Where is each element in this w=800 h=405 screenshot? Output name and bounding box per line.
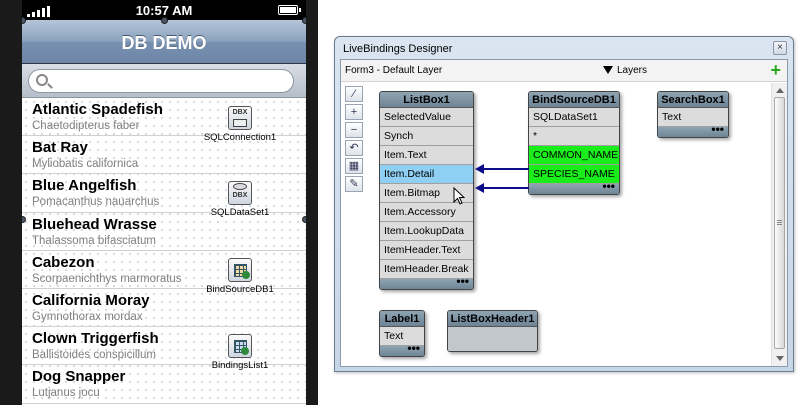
zoom-fit-icon[interactable]: ⁄ bbox=[345, 86, 363, 102]
status-time: 10:57 AM bbox=[135, 3, 193, 18]
member-star[interactable]: * bbox=[529, 127, 619, 146]
search-icon bbox=[36, 74, 48, 86]
node-title: ListBox1 bbox=[380, 92, 473, 108]
layers-button[interactable]: Layers bbox=[617, 65, 647, 76]
scroll-down-icon[interactable] bbox=[776, 356, 784, 361]
grid-icon[interactable]: ▦ bbox=[345, 158, 363, 174]
search-input[interactable] bbox=[53, 73, 287, 89]
component-label: SQLConnection1 bbox=[203, 132, 277, 143]
search-bar bbox=[22, 64, 306, 98]
bind-source-icon bbox=[228, 258, 252, 282]
list-item[interactable]: Bluehead Wrasse Thalassoma bifasciatum bbox=[22, 213, 306, 251]
component-sqldataset[interactable]: DBX SQLDataSet1 bbox=[190, 181, 290, 218]
dbx-dataset-icon: DBX bbox=[228, 181, 252, 205]
list-item[interactable]: Dog Snapper Lutjanus jocu bbox=[22, 365, 306, 404]
member-itemheader-text[interactable]: ItemHeader.Text bbox=[380, 241, 473, 260]
vertical-scrollbar[interactable] bbox=[771, 83, 787, 366]
scroll-up-icon[interactable] bbox=[776, 88, 784, 93]
list-item-title: Atlantic Spadefish bbox=[32, 101, 163, 118]
more-dots[interactable]: ••• bbox=[602, 179, 615, 193]
designer-tools: ⁄ + − ↶ ▦ ✎ bbox=[345, 86, 365, 194]
list-item-detail: Ballistoides conspicillum bbox=[32, 349, 156, 362]
node-bindsourcedb1[interactable]: BindSourceDB1 SQLDataSet1 * COMMON_NAME … bbox=[528, 91, 620, 195]
component-label: SQLDataSet1 bbox=[210, 207, 270, 218]
zoom-in-icon[interactable]: + bbox=[345, 104, 363, 120]
selection-handle-list-right[interactable] bbox=[302, 216, 306, 223]
bind-visually-icon[interactable]: ✎ bbox=[345, 176, 363, 192]
list-item-detail: Scorpaenichthys marmoratus bbox=[32, 272, 182, 285]
list-item-title: Cabezon bbox=[32, 253, 95, 271]
zoom-out-icon[interactable]: − bbox=[345, 122, 363, 138]
node-title: Label1 bbox=[380, 311, 424, 327]
component-bindsourcedb[interactable]: BindSourceDB1 bbox=[190, 258, 290, 295]
list-item-title: Clown Triggerfish bbox=[32, 330, 159, 348]
node-footer[interactable] bbox=[448, 327, 537, 351]
selection-handle-mid[interactable] bbox=[161, 17, 168, 24]
member-common-name[interactable]: COMMON_NAME bbox=[529, 146, 619, 165]
list-item-title: California Moray bbox=[32, 291, 150, 309]
navbar-title: DB DEMO bbox=[121, 33, 207, 53]
component-bindingslist[interactable]: BindingsList1 bbox=[190, 334, 290, 371]
more-dots[interactable]: ••• bbox=[456, 274, 469, 288]
livebindings-designer-window: LiveBindings Designer × Form3 - Default … bbox=[334, 36, 794, 372]
member-item-detail[interactable]: Item.Detail bbox=[380, 165, 473, 184]
component-label: BindingsList1 bbox=[211, 360, 269, 371]
list-item-detail: Myliobatis californica bbox=[32, 158, 139, 171]
bindings-list-icon bbox=[228, 334, 252, 358]
add-layer-icon[interactable]: + bbox=[770, 61, 781, 79]
list-item-title: Blue Angelfish bbox=[32, 177, 137, 195]
more-dots[interactable]: ••• bbox=[711, 122, 724, 136]
node-footer[interactable]: ••• bbox=[380, 274, 473, 289]
component-sqlconnection[interactable]: DBX SQLConnection1 bbox=[190, 106, 290, 143]
member-sqldataset[interactable]: SQLDataSet1 bbox=[529, 108, 619, 127]
node-title: BindSourceDB1 bbox=[529, 92, 619, 108]
close-button[interactable]: × bbox=[773, 41, 787, 55]
designer-canvas[interactable]: ListBox1 SelectedValue Synch Item.Text I… bbox=[367, 83, 771, 366]
dbx-connection-icon: DBX bbox=[228, 106, 252, 130]
list-item-title: Bluehead Wrasse bbox=[32, 215, 157, 233]
node-searchbox1[interactable]: SearchBox1 Text ••• bbox=[657, 91, 729, 138]
rearrange-icon[interactable]: ↶ bbox=[345, 140, 363, 156]
list-item-detail: Lutjanus jocu bbox=[32, 387, 100, 400]
node-title: SearchBox1 bbox=[658, 92, 728, 108]
designer-panel: Form3 - Default Layer Layers + ⁄ + − ↶ ▦… bbox=[340, 59, 788, 367]
member-synch[interactable]: Synch bbox=[380, 127, 473, 146]
node-footer[interactable]: ••• bbox=[380, 341, 424, 356]
list-item-detail: Gymnothorax mordax bbox=[32, 310, 143, 323]
window-title: LiveBindings Designer bbox=[343, 43, 453, 55]
node-title: ListBoxHeader1 bbox=[448, 311, 537, 327]
layers-dropdown-icon[interactable] bbox=[603, 66, 613, 74]
member-item-text[interactable]: Item.Text bbox=[380, 146, 473, 165]
form-layer-label: Form3 - Default Layer bbox=[345, 65, 443, 76]
node-footer[interactable]: ••• bbox=[529, 179, 619, 194]
component-label: BindSourceDB1 bbox=[206, 284, 274, 295]
designer-toolbar: Form3 - Default Layer Layers + bbox=[341, 60, 787, 82]
list-item-detail: Chaetodipterus faber bbox=[32, 120, 140, 132]
scroll-thumb[interactable] bbox=[774, 97, 785, 349]
screenshot-root: 10:57 AM DB DEMO Atlantic Spadefish Chae… bbox=[0, 0, 800, 405]
list-item-detail: Thalassoma bifasciatum bbox=[32, 234, 156, 247]
binding-arrow-common-name[interactable] bbox=[475, 164, 529, 174]
list-item-title: Dog Snapper bbox=[32, 368, 126, 386]
search-field[interactable] bbox=[28, 69, 294, 93]
list-item-detail: Pomacanthus nauarchus bbox=[32, 196, 160, 209]
navigation-bar[interactable]: DB DEMO bbox=[22, 20, 306, 64]
mouse-cursor-icon bbox=[453, 187, 465, 205]
binding-arrow-species-name[interactable] bbox=[475, 183, 529, 193]
node-label1[interactable]: Label1 Text ••• bbox=[379, 310, 425, 357]
member-selectedvalue[interactable]: SelectedValue bbox=[380, 108, 473, 127]
battery-icon bbox=[278, 5, 301, 15]
node-footer[interactable]: ••• bbox=[658, 122, 728, 137]
phone-frame: 10:57 AM DB DEMO Atlantic Spadefish Chae… bbox=[0, 0, 318, 405]
more-dots[interactable]: ••• bbox=[407, 341, 420, 355]
selection-handle-right[interactable] bbox=[302, 17, 306, 24]
form-designer-surface: 10:57 AM DB DEMO Atlantic Spadefish Chae… bbox=[22, 0, 306, 405]
list-item-title: Bat Ray bbox=[32, 139, 88, 157]
member-item-accessory[interactable]: Item.Accessory bbox=[380, 203, 473, 222]
member-item-lookupdata[interactable]: Item.LookupData bbox=[380, 222, 473, 241]
node-listboxheader1[interactable]: ListBoxHeader1 bbox=[447, 310, 538, 352]
